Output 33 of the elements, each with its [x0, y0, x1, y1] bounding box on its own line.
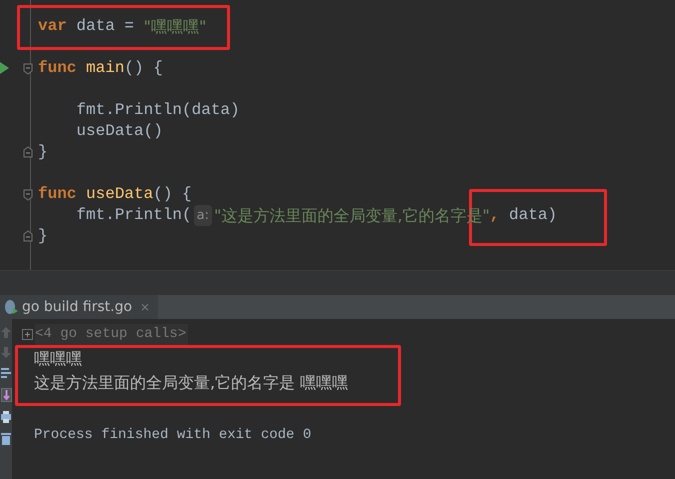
code-token: var: [38, 16, 68, 37]
trash-icon[interactable]: [1, 432, 11, 445]
folded-lines[interactable]: <4 go setup calls>: [35, 324, 188, 344]
tab-label: go build first.go: [22, 298, 132, 316]
exit-message: Process finished with exit code 0: [34, 426, 312, 445]
code-token: useData: [86, 184, 154, 205]
code-token: data =: [76, 16, 136, 37]
code-token: }: [38, 142, 48, 163]
expand-icon[interactable]: [22, 328, 33, 340]
wrap-icon[interactable]: [1, 367, 11, 379]
code-token: func: [38, 184, 78, 205]
parameter-hint: a:: [194, 205, 212, 226]
fold-icon[interactable]: [23, 189, 33, 201]
code-token: ,: [490, 205, 500, 226]
code-token: fmt.Println(data): [75, 100, 240, 121]
code-token: fmt.Println(: [75, 205, 192, 226]
fold-icon[interactable]: [23, 230, 33, 242]
code-token: func: [38, 58, 78, 79]
code-token: useData(): [75, 121, 163, 142]
output-line: 嘿嘿嘿: [34, 348, 83, 370]
code-token: }: [38, 226, 48, 247]
fold-icon[interactable]: [23, 63, 33, 75]
fold-icon[interactable]: [23, 146, 33, 158]
scroll-icon[interactable]: [0, 388, 12, 402]
code-token: data): [508, 205, 558, 226]
code-token: main: [86, 58, 124, 79]
code-token: () {: [124, 58, 163, 79]
code-token: () {: [153, 184, 192, 205]
output-line: 这是方法里面的全局变量,它的名字是 嘿嘿嘿: [34, 372, 350, 394]
print-icon[interactable]: [1, 411, 11, 423]
run-icon[interactable]: [0, 62, 9, 74]
gopher-icon: [4, 299, 18, 315]
code-token: "嘿嘿嘿": [144, 16, 206, 37]
